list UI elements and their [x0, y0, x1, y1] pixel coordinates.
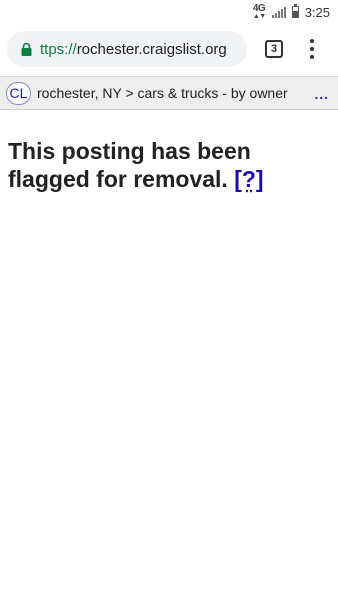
page-title: This posting has been flagged for remova… — [8, 137, 328, 193]
craigslist-logo[interactable]: CL — [6, 81, 31, 105]
more-options-icon[interactable]: ... — [314, 86, 329, 102]
url-text[interactable]: ttps://rochester.craigslist.org — [40, 41, 227, 58]
browser-toolbar: ttps://rochester.craigslist.org 3 — [0, 24, 338, 76]
status-indicators: 4G ▲▼ 3:25 — [253, 3, 330, 21]
network-type-icon: 4G ▲▼ — [252, 4, 266, 21]
overflow-menu-icon[interactable] — [305, 38, 319, 60]
battery-fill — [292, 11, 298, 17]
battery-icon — [291, 4, 299, 18]
address-bar[interactable]: ttps://rochester.craigslist.org — [7, 31, 247, 67]
data-arrows-icon: ▲▼ — [252, 13, 266, 20]
craigslist-header: CL rochester, NY > cars & trucks - by ow… — [0, 76, 338, 110]
status-bar: 4G ▲▼ 3:25 — [0, 0, 338, 24]
lock-icon[interactable] — [21, 42, 32, 56]
tab-switcher-button[interactable]: 3 — [265, 40, 283, 58]
status-clock: 3:25 — [304, 4, 330, 20]
url-scheme: ttps:// — [40, 40, 77, 58]
url-host: rochester.craigslist.org — [76, 40, 227, 58]
signal-strength-icon — [271, 6, 286, 18]
breadcrumb[interactable]: rochester, NY > cars & trucks - by owner — [37, 85, 288, 101]
help-link[interactable]: [?] — [234, 166, 263, 192]
flagged-message: This posting has been flagged for remova… — [8, 138, 251, 192]
